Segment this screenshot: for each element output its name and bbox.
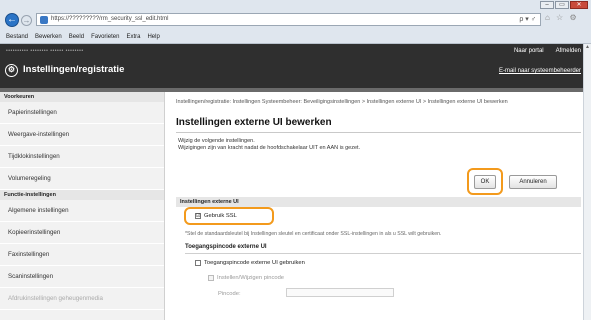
- pin-field-label: Pincode:: [218, 291, 241, 297]
- menu-beeld[interactable]: Beeld: [69, 34, 84, 40]
- sidebar-item-afdruk-geheugenmedia[interactable]: Afdrukinstellingen geheugenmedia: [0, 288, 164, 310]
- portal-link[interactable]: Naar portal: [514, 48, 544, 54]
- ssl-note: *Stel de standaardsleutel bij Instelling…: [185, 231, 442, 237]
- use-pin-checkbox[interactable]: [195, 260, 201, 266]
- back-arrow-icon[interactable]: ←: [5, 13, 19, 27]
- maximize-button[interactable]: ▭: [555, 1, 569, 9]
- address-url[interactable]: https://?????????/rm_security_ssl_edit.h…: [51, 16, 168, 22]
- browser-chrome: – ▭ ✕ ← → https://?????????/rm_security_…: [0, 0, 591, 44]
- use-ssl-checkbox[interactable]: ☑: [195, 213, 201, 219]
- set-pin-checkbox[interactable]: [208, 275, 214, 281]
- sidebar-item-papierinstellingen[interactable]: Papierinstellingen: [0, 102, 164, 124]
- settings-logo-icon: ⚙: [5, 64, 18, 77]
- sidebar-item-tijdklok[interactable]: Tijdklokinstellingen: [0, 146, 164, 168]
- sidebar-item-fax[interactable]: Faxinstellingen: [0, 244, 164, 266]
- scroll-up-icon[interactable]: ▲: [584, 44, 591, 51]
- header-links: Naar portal Afmelden: [514, 48, 581, 54]
- sidebar-item-scan[interactable]: Scaninstellingen: [0, 266, 164, 288]
- pin-section-divider: [185, 253, 581, 254]
- sidebar: Voorkeuren Papierinstellingen Weergave-i…: [0, 92, 165, 320]
- sidebar-section-voorkeuren: Voorkeuren: [0, 92, 164, 102]
- pin-section-header: Toegangspincode externe UI: [185, 244, 267, 250]
- close-window-button[interactable]: ✕: [570, 1, 588, 9]
- forward-arrow-icon[interactable]: →: [21, 15, 32, 26]
- use-ssl-label: Gebruik SSL: [204, 213, 237, 219]
- sidebar-item-kopieer[interactable]: Kopieerinstellingen: [0, 222, 164, 244]
- sidebar-item-weergave[interactable]: Weergave-instellingen: [0, 124, 164, 146]
- menu-extra[interactable]: Extra: [126, 34, 140, 40]
- page-header-title: Instellingen/registratie: [23, 64, 125, 75]
- page-header: •••••••••• •••••••• •••••• •••••••• Naar…: [0, 44, 591, 92]
- menu-help[interactable]: Help: [147, 34, 159, 40]
- address-bar-icons[interactable]: ρ ▾ ♂: [519, 15, 536, 23]
- device-info: •••••••••• •••••••• •••••• ••••••••: [6, 48, 84, 54]
- page-favicon-icon: [40, 16, 48, 24]
- use-pin-checkbox-row[interactable]: Toegangspincode externe UI gebruiken: [195, 260, 305, 266]
- menu-favorieten[interactable]: Favorieten: [91, 34, 119, 40]
- address-bar[interactable]: https://?????????/rm_security_ssl_edit.h…: [36, 13, 541, 26]
- remote-ui-section-header: Instellingen externe UI: [176, 197, 581, 207]
- pin-input[interactable]: [286, 288, 394, 297]
- use-pin-label: Toegangspincode externe UI gebruiken: [204, 260, 305, 266]
- description-line-2: Wijzigingen zijn van kracht nadat de hoo…: [178, 145, 361, 151]
- main-content: Instellingen/registratie: Instellingen S…: [166, 92, 591, 320]
- email-admin-link[interactable]: E-mail naar systeembeheerder: [499, 68, 581, 74]
- sidebar-item-algemene[interactable]: Algemene instellingen: [0, 200, 164, 222]
- title-divider: [176, 132, 581, 133]
- breadcrumb: Instellingen/registratie: Instellingen S…: [176, 99, 508, 105]
- logout-link[interactable]: Afmelden: [556, 48, 581, 54]
- ok-button[interactable]: OK: [474, 175, 496, 189]
- menu-bestand[interactable]: Bestand: [6, 34, 28, 40]
- description-line-1: Wijzig de volgende instellingen.: [178, 138, 255, 144]
- minimize-button[interactable]: –: [540, 1, 554, 9]
- browser-toolbar-icons[interactable]: ⌂ ☆ ⚙: [545, 13, 579, 22]
- cancel-button[interactable]: Annuleren: [509, 175, 557, 189]
- use-ssl-checkbox-row[interactable]: ☑ Gebruik SSL: [195, 213, 237, 219]
- sidebar-section-functie: Functie-instellingen: [0, 190, 164, 200]
- browser-menu-bar: Bestand Bewerken Beeld Favorieten Extra …: [0, 30, 591, 43]
- vertical-scrollbar[interactable]: ▲: [583, 44, 591, 320]
- set-pin-label: Instellen/Wijzigen pincode: [217, 275, 285, 281]
- menu-bewerken[interactable]: Bewerken: [35, 34, 62, 40]
- page-title: Instellingen externe UI bewerken: [176, 117, 332, 128]
- window-controls: – ▭ ✕: [540, 1, 588, 9]
- set-pin-checkbox-row[interactable]: Instellen/Wijzigen pincode: [208, 275, 284, 281]
- sidebar-item-volumeregeling[interactable]: Volumeregeling: [0, 168, 164, 190]
